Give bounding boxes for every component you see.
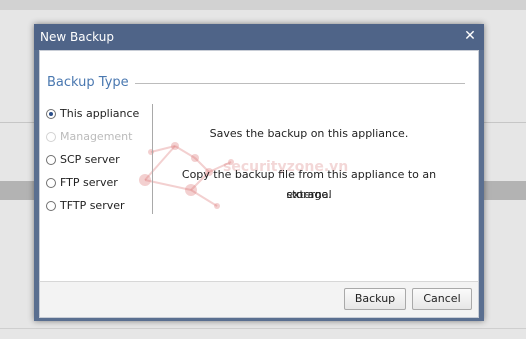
background-divider-bottom xyxy=(0,328,526,329)
radio-icon[interactable] xyxy=(46,109,56,119)
dialog-footer: Backup Cancel xyxy=(39,281,479,318)
radio-icon xyxy=(46,132,56,142)
option-label: TFTP server xyxy=(60,199,125,212)
option-ftp-server[interactable]: FTP server xyxy=(46,175,118,191)
radio-icon[interactable] xyxy=(46,201,56,211)
dialog-titlebar: New Backup ✕ xyxy=(34,24,484,50)
description-external-line2: storage. xyxy=(286,188,332,201)
backup-button[interactable]: Backup xyxy=(344,288,406,310)
dialog-title: New Backup xyxy=(40,30,114,44)
background-top-bar xyxy=(0,0,526,10)
option-label: Management xyxy=(60,130,133,143)
option-management: Management xyxy=(46,129,132,145)
section-title: Backup Type xyxy=(47,75,129,90)
option-label: FTP server xyxy=(60,176,118,189)
option-label: SCP server xyxy=(60,153,120,166)
radio-icon[interactable] xyxy=(46,155,56,165)
option-label: This appliance xyxy=(60,107,140,120)
option-scp-server[interactable]: SCP server xyxy=(46,152,120,168)
close-icon[interactable]: ✕ xyxy=(462,27,478,45)
option-tftp-server[interactable]: TFTP server xyxy=(46,198,125,214)
radio-icon[interactable] xyxy=(46,178,56,188)
section-divider xyxy=(135,83,465,84)
description-this-appliance: Saves the backup on this appliance. xyxy=(209,127,409,140)
option-this-appliance[interactable]: This appliance xyxy=(46,106,139,122)
cancel-button[interactable]: Cancel xyxy=(412,288,472,310)
new-backup-dialog: New Backup ✕ Backup Type securityzone.vn xyxy=(34,24,484,321)
options-separator xyxy=(152,104,153,214)
